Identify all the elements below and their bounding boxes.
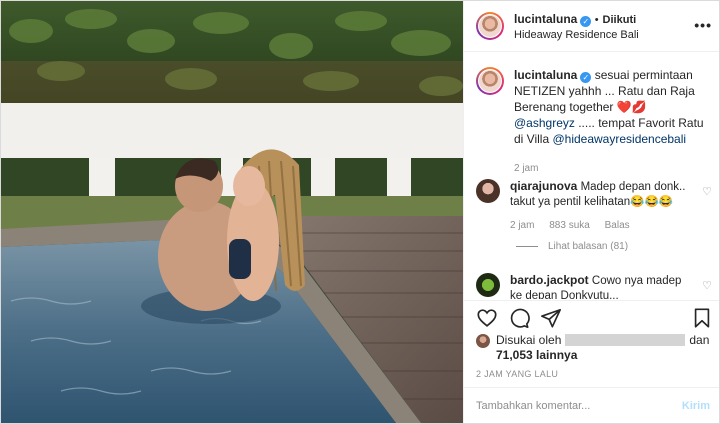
liker-name-blurred <box>565 334 686 346</box>
like-heart-icon[interactable] <box>476 307 498 329</box>
save-bookmark-icon[interactable] <box>692 307 712 329</box>
comment-like-icon[interactable]: ♡ <box>702 279 712 292</box>
likes-connector: dan <box>689 333 710 347</box>
post-sidebar: lucintaluna ✓ • Diikuti Hideaway Residence… <box>463 1 719 423</box>
commenter-username[interactable]: qiarajunova <box>510 179 577 193</box>
view-replies[interactable]: Lihat balasan (81) <box>516 241 628 252</box>
caption-avatar[interactable] <box>476 67 504 95</box>
instagram-post: lucintaluna ✓ • Diikuti Hideaway Residence… <box>0 0 720 424</box>
caption-time[interactable]: 2 jam <box>514 161 704 177</box>
post-caption: lucintaluna ✓ sesuai permintaan NETIZEN y… <box>476 67 712 177</box>
actions-divider <box>464 300 719 301</box>
post-photo[interactable] <box>1 1 463 423</box>
header-divider <box>464 51 719 52</box>
mention-link-ashgreyz[interactable]: @ashgreyz <box>514 116 575 130</box>
replies-line <box>516 246 538 247</box>
likes-prefix: Disukai oleh <box>496 333 562 347</box>
comment-likes[interactable]: 883 suka <box>549 220 590 231</box>
comment-reply-button[interactable]: Balas <box>605 220 630 231</box>
verified-badge-icon: ✓ <box>580 72 592 83</box>
view-replies-label[interactable]: Lihat balasan (81) <box>548 241 628 252</box>
add-comment-bar: Tambahkan komentar... Kirim <box>464 387 719 423</box>
commenter-username[interactable]: bardo.jackpot <box>510 273 589 287</box>
follow-status-button[interactable]: Diikuti <box>603 14 637 26</box>
comment-item: bardo.jackpot Cowo nya madep ke depan Do… <box>476 273 712 299</box>
more-options-icon[interactable]: ••• <box>694 17 712 33</box>
post-location[interactable]: Hideaway Residence Bali <box>514 29 639 41</box>
commenter-avatar[interactable] <box>476 179 500 203</box>
caption-username[interactable]: lucintaluna <box>514 68 577 82</box>
comment-time[interactable]: 2 jam <box>510 220 534 231</box>
pool-photo-illustration <box>1 1 463 423</box>
comment-bubble-icon[interactable] <box>508 307 530 329</box>
post-header: lucintaluna ✓ • Diikuti Hideaway Residence… <box>476 9 712 43</box>
author-username[interactable]: lucintaluna <box>514 12 577 26</box>
caption-emoji: ❤️💋 <box>616 100 647 114</box>
likes-summary: Disukai oleh dan 71,053 lainnya <box>476 333 712 363</box>
comment-meta: 2 jam 883 suka Balas <box>510 218 690 233</box>
likes-count[interactable]: 71,053 lainnya <box>496 348 709 363</box>
commenter-avatar[interactable] <box>476 273 500 297</box>
author-avatar[interactable] <box>476 12 504 40</box>
mention-link-hideaway[interactable]: @hideawayresidencebali <box>552 132 686 146</box>
post-date[interactable]: 2 JAM YANG LALU <box>476 369 558 379</box>
comment-item: qiarajunova Madep depan donk.. takut ya … <box>476 179 712 233</box>
add-comment-input[interactable]: Tambahkan komentar... <box>476 400 590 412</box>
send-comment-button[interactable]: Kirim <box>682 400 710 412</box>
action-bar <box>476 305 712 331</box>
share-send-icon[interactable] <box>540 307 562 329</box>
liker-avatar[interactable] <box>476 334 490 348</box>
verified-badge-icon: ✓ <box>580 15 592 27</box>
comment-like-icon[interactable]: ♡ <box>702 185 712 198</box>
separator-dot: • <box>594 13 599 26</box>
